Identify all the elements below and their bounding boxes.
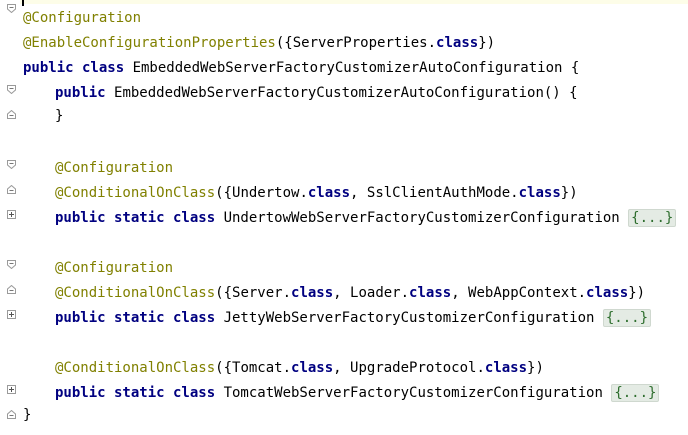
code-token: ({Tomcat.	[215, 360, 292, 376]
code-token: , SslClientAuthMode.	[350, 185, 519, 201]
code-token: })	[527, 360, 544, 376]
fold-end-icon[interactable]	[7, 110, 16, 119]
annotation-token: @EnableConfigurationProperties	[23, 35, 276, 51]
code-token: }	[23, 407, 32, 423]
keyword-token: class	[586, 285, 629, 301]
annotation-token: @Configuration	[55, 160, 174, 176]
keyword-token: public static class	[55, 385, 224, 401]
code-line[interactable]: @ConditionalOnClass({Server.class, Loade…	[55, 283, 645, 303]
fold-collapse-icon[interactable]	[7, 85, 16, 94]
keyword-token: class	[518, 185, 561, 201]
code-token: , WebAppContext.	[451, 285, 587, 301]
keyword-token: class	[307, 185, 351, 201]
code-line[interactable]: public class EmbeddedWebServerFactoryCus…	[23, 58, 579, 78]
code-line[interactable]: @ConditionalOnClass({Undertow.class, Ssl…	[55, 183, 578, 203]
code-token: ({Server.	[215, 285, 292, 301]
fold-expand-icon[interactable]	[7, 385, 16, 394]
fold-collapse-icon[interactable]	[7, 260, 16, 269]
code-token: , UpgradeProtocol.	[333, 360, 485, 376]
code-token: }	[55, 108, 64, 124]
fold-end-icon[interactable]	[7, 185, 16, 194]
code-line[interactable]: }	[55, 106, 63, 126]
code-line[interactable]: public EmbeddedWebServerFactoryCustomize…	[55, 83, 578, 103]
code-token: })	[628, 285, 646, 301]
code-line[interactable]: }	[23, 405, 31, 425]
code-area[interactable]: @Configuration @EnableConfigurationProper…	[23, 0, 688, 435]
annotation-token: @ConditionalOnClass	[55, 360, 216, 376]
fold-collapse-icon[interactable]	[7, 160, 16, 169]
code-token: TomcatWebServerFactoryCustomizerConfigur…	[223, 385, 612, 401]
fold-expand-icon[interactable]	[7, 310, 16, 319]
fold-expand-icon[interactable]	[7, 210, 16, 219]
folded-block-placeholder[interactable]: {...}	[628, 209, 677, 227]
code-token: ({Undertow.	[215, 185, 308, 201]
code-token: EmbeddedWebServerFactoryCustomizerAutoCo…	[114, 85, 578, 101]
keyword-token: public	[55, 85, 115, 101]
code-line[interactable]: @ConditionalOnClass({Tomcat.class, Upgra…	[55, 358, 544, 378]
annotation-token: @Configuration	[55, 260, 174, 276]
keyword-token: class	[291, 285, 334, 301]
code-token: ({ServerProperties.	[275, 35, 437, 51]
code-line[interactable]: @Configuration	[23, 8, 141, 28]
code-line[interactable]: public static class JettyWebServerFactor…	[55, 308, 652, 328]
keyword-token: class	[484, 360, 528, 376]
code-token: })	[478, 35, 496, 51]
code-token: EmbeddedWebServerFactoryCustomizerAutoCo…	[132, 60, 580, 76]
code-line[interactable]: public static class TomcatWebServerFacto…	[55, 383, 660, 403]
annotation-token: @Configuration	[23, 10, 142, 26]
editor-gutter	[0, 0, 20, 435]
code-line[interactable]: @Configuration	[55, 158, 173, 178]
code-editor[interactable]: @Configuration @EnableConfigurationProper…	[0, 0, 688, 435]
fold-collapse-icon[interactable]	[7, 4, 16, 13]
code-token: , Loader.	[333, 285, 410, 301]
keyword-token: class	[436, 35, 479, 51]
fold-end-icon[interactable]	[7, 410, 16, 419]
folded-block-placeholder[interactable]: {...}	[602, 309, 652, 327]
keyword-token: public class	[23, 60, 133, 76]
code-token: UndertowWebServerFactoryCustomizerConfig…	[223, 210, 629, 226]
keyword-token: public static class	[55, 210, 224, 226]
code-line[interactable]: @Configuration	[55, 258, 173, 278]
code-line[interactable]: @EnableConfigurationProperties({ServerPr…	[23, 33, 495, 53]
folded-block-placeholder[interactable]: {...}	[611, 384, 660, 402]
fold-end-icon[interactable]	[7, 285, 16, 294]
keyword-token: class	[291, 360, 334, 376]
annotation-token: @ConditionalOnClass	[55, 185, 216, 201]
keyword-token: class	[409, 285, 452, 301]
code-token: JettyWebServerFactoryCustomizerConfigura…	[223, 310, 603, 326]
annotation-token: @ConditionalOnClass	[55, 285, 216, 301]
keyword-token: public static class	[55, 310, 224, 326]
code-line[interactable]: public static class UndertowWebServerFac…	[55, 208, 677, 228]
code-token: })	[560, 185, 578, 201]
